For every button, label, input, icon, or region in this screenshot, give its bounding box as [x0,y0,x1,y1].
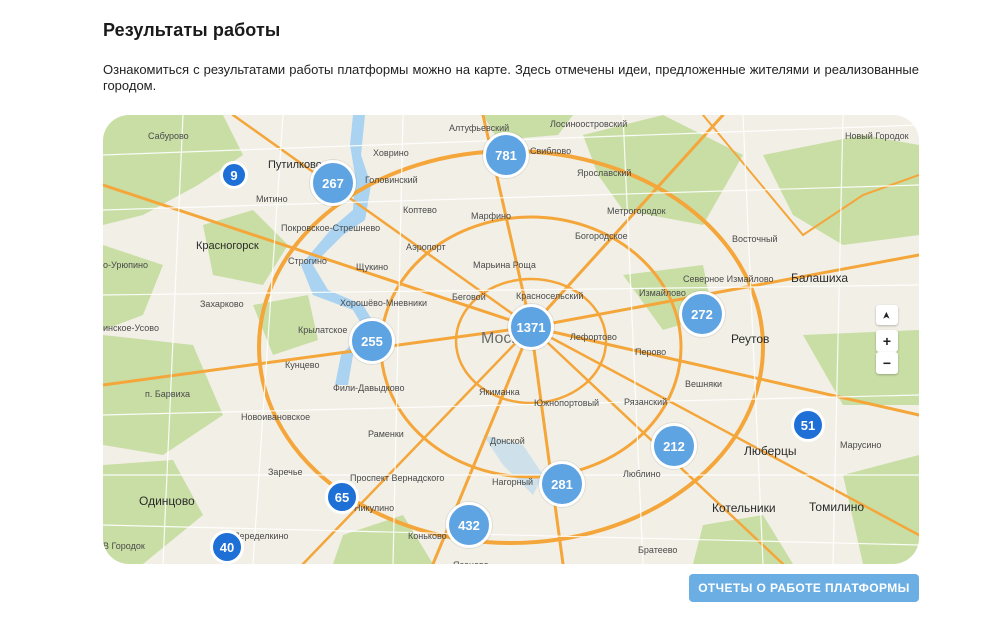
map-place-label: Якиманка [479,387,520,397]
map-cluster-marker[interactable]: 272 [679,291,725,337]
map-place-label: Сабурово [148,131,189,141]
map-place-label: Ховрино [373,148,409,158]
map-place-label: Восточный [732,234,778,244]
map-place-label: Кунцево [285,360,319,370]
map-place-label: Рязанский [624,397,667,407]
map-place-label: В Городок [103,541,145,551]
map-place-label: Метрогородок [607,206,666,216]
map-place-label: Марусино [840,440,881,450]
map-cluster-marker[interactable]: 281 [539,461,585,507]
map-place-label: Богородское [575,231,628,241]
map-place-label: Красносельский [516,291,583,301]
map-place-label: Хорошёво-Мневники [340,298,427,308]
map-cluster-marker[interactable]: 267 [310,160,356,206]
map-place-label: Проспект Вернадского [350,473,444,483]
zoom-out-button[interactable]: − [876,352,898,374]
map-cluster-marker[interactable]: 1371 [508,304,554,350]
map-place-label: Ясенево [453,560,489,564]
map-place-label: Коптево [403,205,437,215]
map-place-label: Новый Городок [845,131,909,141]
map-place-label: Вешняки [685,379,722,389]
locate-button[interactable]: ➤ [876,305,898,325]
map-place-label: Алтуфьевский [449,123,509,133]
map-place-label: Томилино [809,500,864,514]
map-place-label: Донской [490,436,525,446]
map-cluster-marker[interactable]: 212 [651,423,697,469]
map-place-label: Котельники [712,501,776,515]
map-cluster-marker[interactable]: 432 [446,502,492,548]
map-place-label: Марфино [471,211,511,221]
map-place-label: Лосиноостровский [550,119,627,129]
map-place-label: Южнопортовый [534,398,599,408]
map-place-label: Фили-Давыдково [333,383,404,393]
map-cluster-marker[interactable]: 40 [210,530,244,564]
map-place-label: Митино [256,194,288,204]
section-description: Ознакомиться с результатами работы платф… [103,62,919,93]
map-place-label: Свиблово [530,146,571,156]
map-place-label: Люберцы [744,444,796,458]
map-place-label: Строгино [288,256,327,266]
reports-button[interactable]: ОТЧЕТЫ О РАБОТЕ ПЛАТФОРМЫ [689,574,919,602]
map-place-label: инское-Усово [103,323,159,333]
map-place-label: Беговой [452,292,486,302]
map-place-label: Перово [635,347,666,357]
map-place-label: Лефортово [570,332,617,342]
map-place-label: Ярославский [577,168,631,178]
map-place-label: Люблино [623,469,661,479]
map-place-label: Головинский [365,175,418,185]
map-place-label: Новоивановское [241,412,310,422]
map-place-label: Красногорск [196,240,259,252]
map-place-label: Балашиха [791,271,848,285]
map-cluster-marker[interactable]: 65 [325,480,359,514]
navigation-arrow-icon: ➤ [881,310,893,320]
map-cluster-marker[interactable]: 781 [483,132,529,178]
map-place-label: Реутов [731,332,769,346]
map-place-label: Покровское-Стрешнево [281,223,380,233]
map-place-label: Братеево [638,545,677,555]
map-cluster-marker[interactable]: 51 [791,408,825,442]
map-cluster-marker[interactable]: 255 [349,318,395,364]
map-place-label: п. Барвиха [145,389,190,399]
map-place-label: Нагорный [492,477,533,487]
map-place-label: Крылатское [298,325,347,335]
map-place-label: Щукино [356,262,388,272]
map-place-label: Коньково [408,531,447,541]
map-place-label: Аэропорт [406,242,446,252]
map-place-label: Марьина Роща [473,260,536,270]
map-place-label: Одинцово [139,494,195,508]
zoom-in-button[interactable]: + [876,330,898,352]
map-place-label: о-Урюпино [103,260,148,270]
map-cluster-marker[interactable]: 9 [220,161,248,189]
map-place-label: Захарково [200,299,244,309]
section-title: Результаты работы [103,20,281,40]
map-place-label: Раменки [368,429,404,439]
map-place-label: Измайлово [639,288,686,298]
map-place-label: Северное Измайлово [683,274,774,284]
map-place-label: Заречье [268,467,303,477]
results-map[interactable]: Сабурово Путилково Митино Красногорск о-Урюп… [103,115,919,564]
